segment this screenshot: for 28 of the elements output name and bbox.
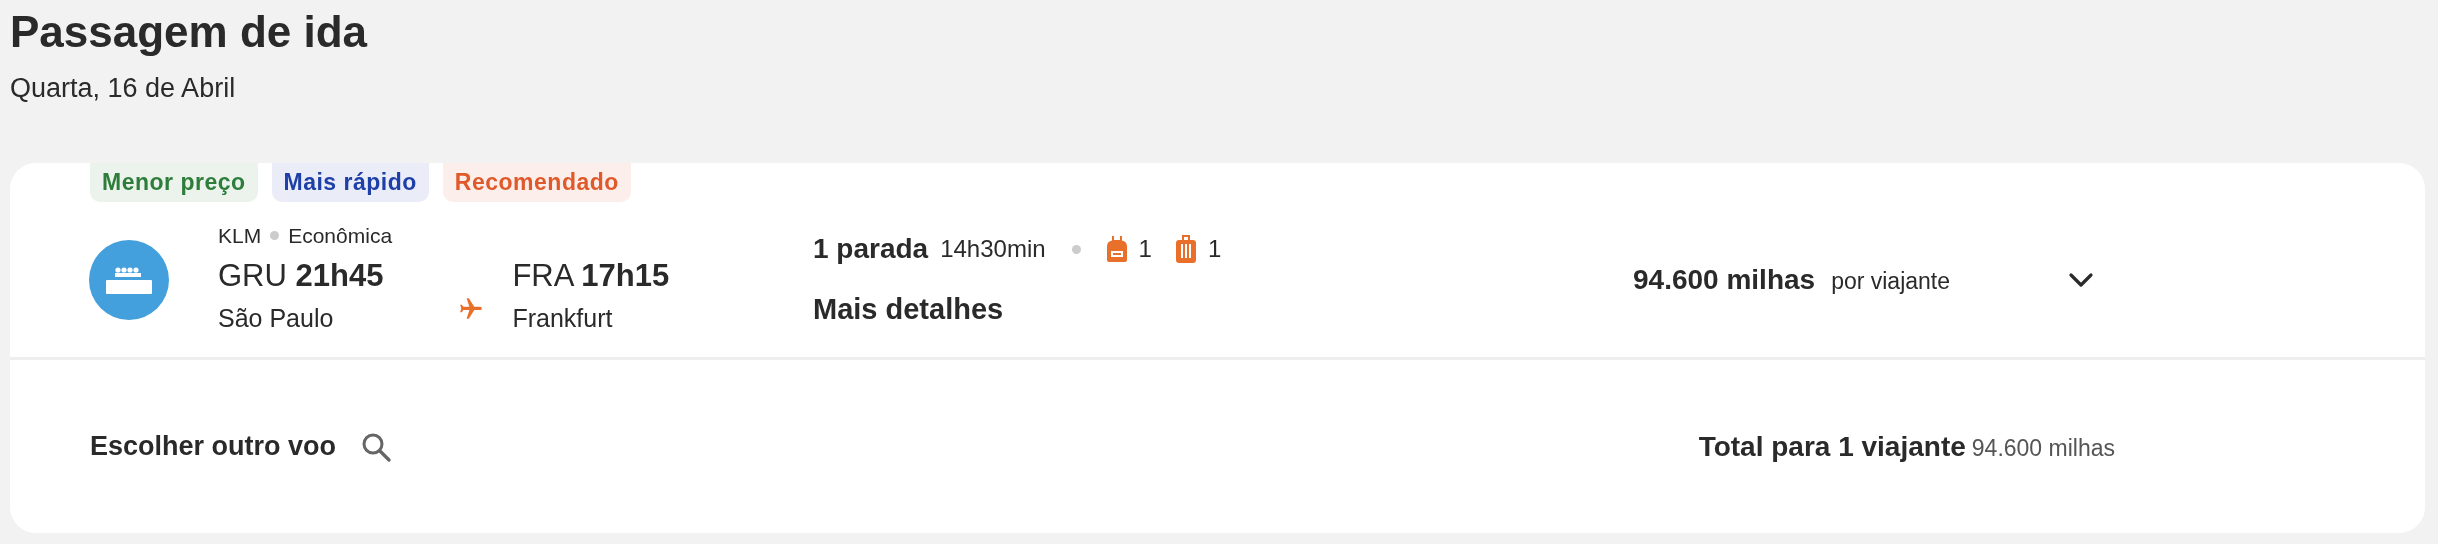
tag: Mais rápido (271, 163, 429, 202)
page-title: Passagem de ida (10, 6, 369, 58)
change-flight-link[interactable]: Escolher outro voo (90, 431, 337, 462)
arrival-city: Frankfurt (512, 302, 614, 334)
suitcase-icon (1175, 235, 1196, 263)
departure-city: São Paulo (218, 302, 335, 334)
airplane-icon (458, 295, 485, 322)
flight-duration: 14h30min (940, 235, 1046, 263)
suitcase-count: 1 (1207, 235, 1222, 263)
backpack-icon (1106, 236, 1127, 262)
departure-time: GRU 21h45 (218, 256, 384, 295)
total-label: Total para 1 viajante (1698, 430, 1966, 463)
tag: Recomendado (442, 163, 631, 202)
separator-dot (1071, 244, 1081, 254)
airline-name: KLM (218, 223, 262, 248)
travel-date: Quarta, 16 de Abril (10, 72, 237, 105)
chevron-icon[interactable] (2068, 271, 2094, 288)
details-link[interactable]: Mais detalhes (813, 293, 1633, 326)
backpack-count: 1 (1138, 235, 1152, 263)
price-note: por viajante (1831, 267, 1951, 295)
price: 94.600 milhas (1633, 263, 1816, 296)
total-value: 94.600 milhas (1971, 434, 2115, 462)
tag: Menor preço (90, 163, 258, 202)
cabin-class: Econômica (288, 223, 393, 248)
arrival-time: FRA 17h15 (512, 256, 670, 295)
separator-dot (270, 231, 280, 240)
airline-logo-icon (89, 239, 169, 320)
stops-count: 1 parada (813, 233, 929, 265)
